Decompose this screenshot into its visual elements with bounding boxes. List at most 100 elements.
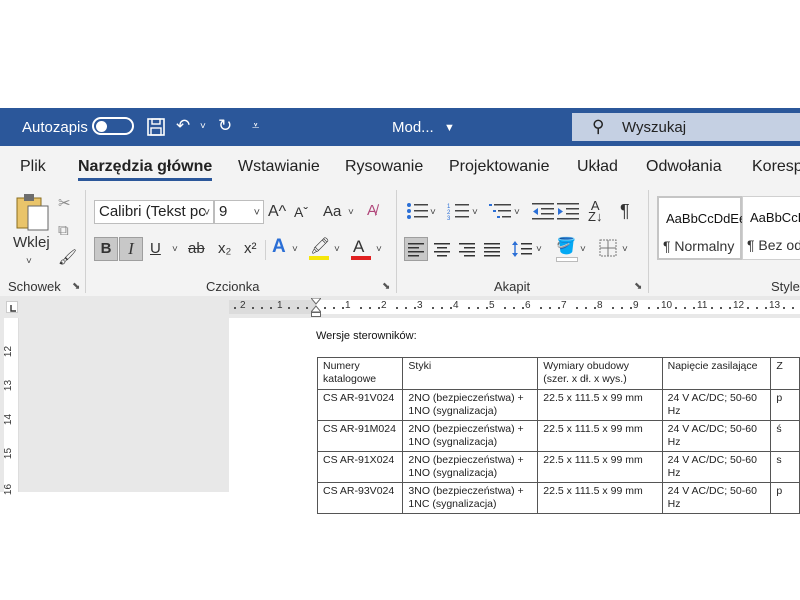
superscript-button[interactable]: x² <box>244 238 257 260</box>
table-cell[interactable]: 22.5 x 111.5 x 99 mm <box>537 451 663 483</box>
font-color-button[interactable]: A <box>353 236 364 258</box>
tab-draw[interactable]: Rysowanie <box>345 158 423 176</box>
bold-button[interactable]: B <box>94 237 118 261</box>
font-size-chevron-down-icon[interactable]: ˅ <box>254 202 260 223</box>
indent-marker-icon[interactable] <box>311 298 321 318</box>
font-name-chevron-down-icon[interactable]: ˅ <box>204 202 210 223</box>
tab-home[interactable]: Narzędzia główne <box>78 158 212 176</box>
paste-button-label[interactable]: Wklej <box>13 234 50 251</box>
style-normal[interactable]: AaBbCcDdEe ¶ Normalny <box>657 196 746 260</box>
multilevel-list-icon[interactable] <box>489 202 511 220</box>
table-cell[interactable]: ś <box>770 420 800 452</box>
font-launcher-icon[interactable]: ⬊ <box>382 281 390 292</box>
cut-icon[interactable]: ✂ <box>58 193 71 215</box>
table-cell[interactable]: 2NO (bezpieczeństwa) +1NO (sygnalizacja) <box>402 451 539 483</box>
table-cell[interactable]: CS AR-91X024 <box>316 451 404 483</box>
shrink-font-button[interactable]: Aˇ <box>294 201 308 223</box>
italic-button[interactable]: I <box>119 237 143 261</box>
font-name-combo[interactable]: Calibri (Tekst pc ˅ <box>94 200 214 224</box>
tab-references[interactable]: Odwołania <box>646 158 722 176</box>
table-cell[interactable]: Napięcie zasilające <box>661 357 772 390</box>
highlight-icon[interactable]: 🖍 <box>310 236 330 258</box>
copy-icon[interactable]: ⧉ <box>58 220 69 242</box>
underline-button[interactable]: U <box>150 238 161 260</box>
highlight-chevron-down-icon[interactable]: ˅ <box>334 244 340 255</box>
search-input[interactable]: Wyszukaj <box>622 119 686 136</box>
bullets-chevron-down-icon[interactable]: ˅ <box>430 207 436 218</box>
save-icon[interactable] <box>146 117 166 137</box>
undo-icon[interactable]: ↶ <box>176 116 190 136</box>
borders-chevron-down-icon[interactable]: ˅ <box>622 244 628 255</box>
multilevel-chevron-down-icon[interactable]: ˅ <box>514 207 520 218</box>
shading-icon[interactable]: 🪣 <box>556 236 576 258</box>
line-spacing-icon[interactable] <box>511 238 533 260</box>
numbering-chevron-down-icon[interactable]: ˅ <box>472 207 478 218</box>
grow-font-button[interactable]: A^ <box>268 201 286 223</box>
increase-indent-icon[interactable] <box>557 202 579 220</box>
paragraph-launcher-icon[interactable]: ⬊ <box>634 281 642 292</box>
table-cell[interactable]: CS AR-93V024 <box>316 482 404 514</box>
borders-icon[interactable] <box>598 238 618 258</box>
text-effects-chevron-down-icon[interactable]: ˅ <box>292 244 298 255</box>
redo-icon[interactable]: ↻ <box>218 116 232 136</box>
table-cell[interactable]: Numery katalogowe <box>316 357 404 390</box>
clear-formatting-icon[interactable]: A̸ <box>367 200 377 222</box>
paste-icon[interactable] <box>14 192 52 232</box>
text-effects-button[interactable]: A <box>272 236 286 258</box>
table-cell[interactable]: p <box>770 482 800 514</box>
tab-design[interactable]: Projektowanie <box>449 158 550 176</box>
table-cell[interactable]: CS AR-91V024 <box>316 389 404 421</box>
shading-chevron-down-icon[interactable]: ˅ <box>580 244 586 255</box>
tab-file[interactable]: Plik <box>20 158 46 176</box>
table-cell[interactable]: 24 V AC/DC; 50-60 Hz <box>661 389 772 421</box>
table-cell[interactable]: Z <box>770 357 800 390</box>
align-center-icon[interactable] <box>431 238 453 260</box>
spec-table[interactable]: Numery katalogowe Styki Wymiary obudowy (sze… <box>316 357 800 514</box>
line-spacing-chevron-down-icon[interactable]: ˅ <box>536 244 542 255</box>
underline-chevron-down-icon[interactable]: ˅ <box>172 244 178 255</box>
document-title[interactable]: Mod... <box>392 119 434 136</box>
tab-selector[interactable] <box>6 301 18 313</box>
align-right-icon[interactable] <box>456 238 478 260</box>
justify-icon[interactable] <box>481 238 503 260</box>
table-cell[interactable]: Styki <box>402 357 539 390</box>
table-cell[interactable]: 24 V AC/DC; 50-60 Hz <box>661 451 772 483</box>
table-cell[interactable]: p <box>770 389 800 421</box>
table-cell[interactable]: Wymiary obudowy (szer. x dł. x wys.) <box>537 357 663 390</box>
sort-icon[interactable]: A Z↓ <box>588 199 602 223</box>
table-cell[interactable]: 2NO (bezpieczeństwa) +1NO (sygnalizacja) <box>402 389 539 421</box>
tab-mailings[interactable]: Koresp <box>752 158 800 176</box>
table-cell[interactable]: 22.5 x 111.5 x 99 mm <box>537 389 663 421</box>
paste-chevron-down-icon[interactable]: ˅ <box>26 256 32 267</box>
decrease-indent-icon[interactable] <box>532 202 554 220</box>
font-color-chevron-down-icon[interactable]: ˅ <box>376 244 382 255</box>
table-cell[interactable]: 22.5 x 111.5 x 99 mm <box>537 482 663 514</box>
customize-toolbar-icon[interactable]: ⩡ <box>252 118 259 134</box>
show-marks-button[interactable]: ¶ <box>620 200 630 222</box>
table-cell[interactable]: 22.5 x 111.5 x 99 mm <box>537 420 663 452</box>
table-cell[interactable]: 24 V AC/DC; 50-60 Hz <box>661 420 772 452</box>
subscript-button[interactable]: x₂ <box>218 238 231 260</box>
format-painter-icon[interactable]: 🖌 <box>58 247 77 269</box>
tab-insert[interactable]: Wstawianie <box>238 158 320 176</box>
undo-chevron-down-icon[interactable]: ˅ <box>200 121 206 132</box>
style-no-spacing[interactable]: AaBbCcD ¶ Bez od <box>742 196 800 260</box>
search-box[interactable]: ⚲ Wyszukaj <box>572 113 800 141</box>
vertical-ruler[interactable] <box>4 318 19 492</box>
tab-layout[interactable]: Układ <box>577 158 618 176</box>
bullets-icon[interactable] <box>406 202 428 220</box>
table-cell[interactable]: 24 V AC/DC; 50-60 Hz <box>661 482 772 514</box>
table-cell[interactable]: s <box>770 451 800 483</box>
table-cell[interactable]: CS AR-91M024 <box>316 420 404 452</box>
change-case-chevron-down-icon[interactable]: ˅ <box>348 207 354 218</box>
autosave-toggle[interactable] <box>92 117 134 135</box>
align-left-button[interactable] <box>404 237 428 261</box>
table-cell[interactable]: 2NO (bezpieczeństwa) +1NO (sygnalizacja) <box>402 420 539 452</box>
title-chevron-down-icon[interactable]: ▼ <box>444 122 455 134</box>
numbering-icon[interactable]: 123 <box>447 202 469 220</box>
font-size-combo[interactable]: 9 ˅ <box>214 200 264 224</box>
strikethrough-button[interactable]: ab <box>188 238 205 260</box>
table-cell[interactable]: 3NO (bezpieczeństwa) +1NC (sygnalizacja) <box>402 482 539 514</box>
change-case-button[interactable]: Aa <box>323 201 341 223</box>
clipboard-launcher-icon[interactable]: ⬊ <box>72 281 80 292</box>
